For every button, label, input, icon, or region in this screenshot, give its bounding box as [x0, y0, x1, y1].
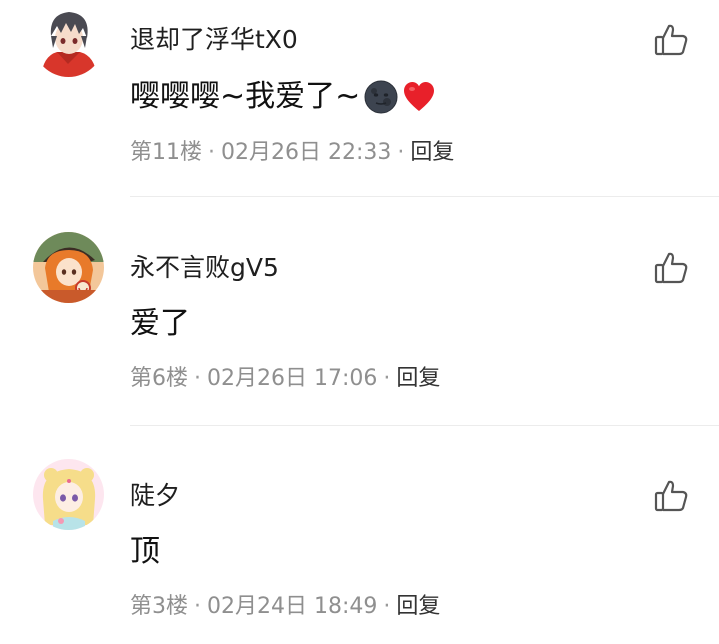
avatar[interactable]: [33, 6, 104, 77]
separator-dot: ·: [383, 366, 391, 391]
comment-text: 爱了: [130, 306, 190, 341]
separator-dot: ·: [194, 366, 201, 391]
floor-number: 第3楼: [130, 594, 188, 619]
comment-item: 退却了浮华tX0 嘤嘤嘤~我爱了~ 第11楼 · 02月26日 22:33 · …: [0, 0, 719, 197]
comment-text-row: 嘤嘤嘤~我爱了~: [130, 77, 436, 117]
comment-meta: 第3楼 · 02月24日 18:49 · 回复: [130, 592, 440, 622]
comment-text: 顶: [130, 534, 160, 569]
comment-item: 永不言败gV5 爱了 第6楼 · 02月26日 17:06 · 回复: [0, 198, 719, 426]
separator-dot: ·: [194, 594, 201, 619]
timestamp: 02月26日 17:06: [207, 366, 378, 391]
comment-text-row: 顶: [130, 532, 160, 572]
reply-button[interactable]: 回复: [396, 364, 440, 394]
like-button[interactable]: [653, 22, 689, 58]
thumbs-up-icon: [653, 480, 689, 518]
username[interactable]: 退却了浮华tX0: [130, 24, 298, 56]
red-heart-emoji: [402, 80, 436, 114]
divider: [130, 196, 719, 197]
separator-dot: ·: [397, 140, 405, 165]
separator-dot: ·: [208, 140, 215, 165]
reply-button[interactable]: 回复: [410, 138, 454, 168]
like-button[interactable]: [653, 250, 689, 286]
comment-meta: 第6楼 · 02月26日 17:06 · 回复: [130, 364, 440, 394]
timestamp: 02月26日 22:33: [221, 140, 392, 165]
username[interactable]: 陡夕: [130, 480, 180, 512]
comment-list: 退却了浮华tX0 嘤嘤嘤~我爱了~ 第11楼 · 02月26日 22:33 · …: [0, 0, 719, 644]
separator-dot: ·: [383, 594, 391, 619]
comment-text-row: 爱了: [130, 304, 190, 344]
avatar[interactable]: [33, 232, 104, 303]
reply-button[interactable]: 回复: [396, 592, 440, 622]
comment-text: 嘤嘤嘤~我爱了~: [130, 79, 361, 114]
timestamp: 02月24日 18:49: [207, 594, 378, 619]
floor-number: 第11楼: [130, 140, 202, 165]
new-moon-face-emoji: [364, 80, 398, 114]
thumbs-up-icon: [653, 252, 689, 290]
comment-meta: 第11楼 · 02月26日 22:33 · 回复: [130, 138, 454, 168]
like-button[interactable]: [653, 478, 689, 514]
floor-number: 第6楼: [130, 366, 188, 391]
username[interactable]: 永不言败gV5: [130, 252, 279, 284]
divider: [130, 425, 719, 426]
thumbs-up-icon: [653, 24, 689, 62]
avatar[interactable]: [33, 459, 104, 530]
comment-item: 陡夕 顶 第3楼 · 02月24日 18:49 · 回复: [0, 427, 719, 644]
